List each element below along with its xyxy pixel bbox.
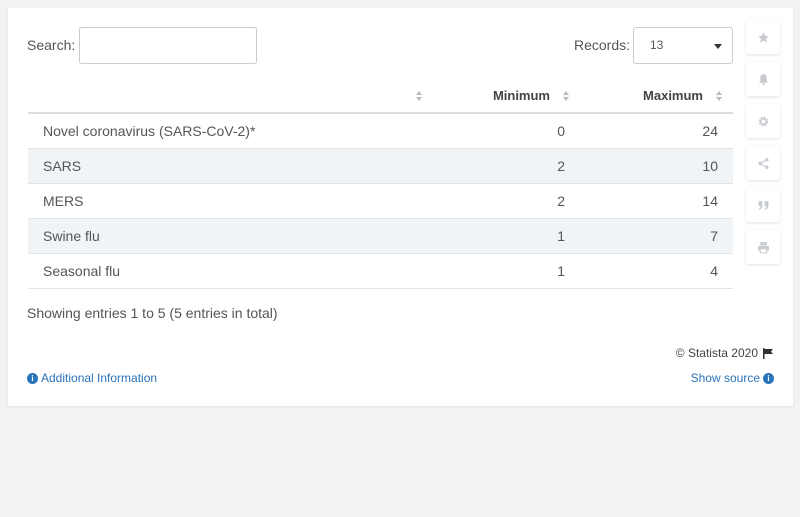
table-row: SARS 2 10 [28,148,733,184]
info-icon: i [763,372,774,384]
column-header-minimum[interactable]: Minimum [433,79,580,114]
cell-maximum: 4 [580,253,733,289]
show-source-link[interactable]: Show source i [691,371,774,385]
column-header-maximum[interactable]: Maximum [580,79,733,114]
gear-icon [758,116,768,126]
table-card: Search: Records: 13 Minimum Maximum Nove… [8,8,793,406]
caret-down-icon [714,44,722,49]
star-icon [757,31,769,43]
table-row: Seasonal flu 1 4 [28,253,733,289]
print-button[interactable] [746,230,780,264]
cell-maximum: 24 [580,113,733,149]
sort-icon [716,91,722,101]
cell-name: Seasonal flu [28,253,433,289]
settings-button[interactable] [746,104,780,138]
bell-icon [758,73,768,85]
copyright[interactable]: © Statista 2020 [676,346,774,360]
table-row: Swine flu 1 7 [28,218,733,254]
table-header-row: Minimum Maximum [28,79,733,114]
column-header-name[interactable] [28,79,433,114]
sort-icon [563,91,569,101]
cell-minimum: 2 [433,148,580,184]
flag-icon [763,347,773,359]
records-select[interactable]: 13 [633,27,733,64]
data-table: Minimum Maximum Novel coronavirus (SARS-… [28,79,733,289]
print-icon [757,241,769,253]
records-value: 13 [650,38,664,52]
cell-name: Novel coronavirus (SARS-CoV-2)* [28,113,433,149]
table-row: Novel coronavirus (SARS-CoV-2)* 0 24 [28,113,733,149]
search-label: Search: [27,37,76,53]
cell-minimum: 1 [433,253,580,289]
cell-maximum: 7 [580,218,733,254]
share-button[interactable] [746,146,780,180]
sort-icon [416,91,422,101]
notification-button[interactable] [746,62,780,96]
cell-maximum: 10 [580,148,733,184]
cite-button[interactable] [746,188,780,222]
table-row: MERS 2 14 [28,183,733,219]
additional-information-label: Additional Information [41,371,158,385]
cell-minimum: 1 [433,218,580,254]
copyright-text: © Statista 2020 [675,346,758,360]
cell-maximum: 14 [580,183,733,219]
cell-minimum: 0 [433,113,580,149]
info-icon: i [27,372,38,384]
entries-summary: Showing entries 1 to 5 (5 entries in tot… [27,305,278,321]
cell-name: Swine flu [28,218,433,254]
records-label: Records: [574,37,631,53]
search-input[interactable] [79,27,257,64]
share-icon [758,157,768,169]
quote-icon [758,200,768,210]
cell-name: MERS [28,183,433,219]
additional-information-link[interactable]: i Additional Information [27,371,157,385]
favorite-button[interactable] [746,20,780,54]
show-source-label: Show source [690,371,760,385]
cell-name: SARS [28,148,433,184]
cell-minimum: 2 [433,183,580,219]
